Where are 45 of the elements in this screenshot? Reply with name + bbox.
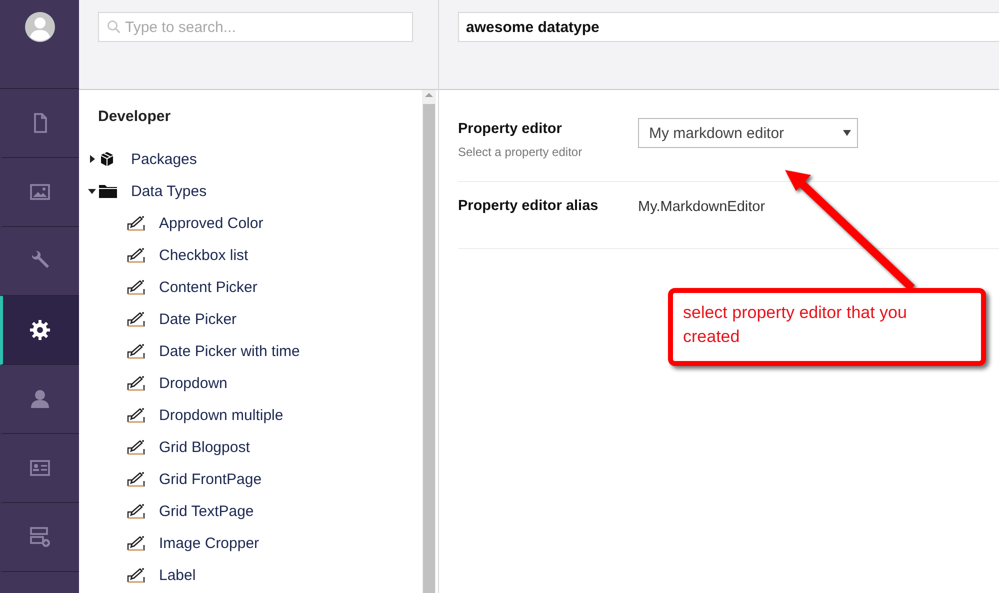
- caret-icon[interactable]: [87, 155, 97, 163]
- tree-item[interactable]: Dropdown: [159, 374, 228, 392]
- folder-icon: [99, 184, 117, 198]
- property-editor-dropdown[interactable]: My markdown editor: [638, 118, 858, 148]
- pencil-icon: [127, 503, 145, 519]
- name-field[interactable]: awesome datatype: [458, 12, 999, 42]
- scrollbar[interactable]: [422, 90, 436, 593]
- pencil-icon: [127, 439, 145, 455]
- tree-item[interactable]: Grid FrontPage: [159, 470, 262, 488]
- section-title: Developer: [98, 108, 171, 125]
- tree-item[interactable]: Image Cropper: [159, 534, 260, 552]
- pencil-icon: [127, 471, 145, 487]
- form-add-icon: [28, 525, 52, 549]
- tree-item[interactable]: Approved Color: [159, 214, 264, 232]
- tree-item[interactable]: Grid TextPage: [159, 502, 254, 520]
- pencil-icon: [127, 311, 145, 327]
- caret-icon[interactable]: [87, 187, 97, 195]
- tree-item[interactable]: Content Picker: [159, 278, 258, 296]
- property-value: My.MarkdownEditor: [638, 199, 766, 215]
- tree-item[interactable]: Date Picker with time: [159, 342, 300, 360]
- pencil-icon: [127, 215, 145, 231]
- box-icon: [99, 151, 115, 167]
- tree-item[interactable]: Label: [159, 566, 196, 584]
- pencil-icon: [127, 567, 145, 583]
- caret-icon: [843, 130, 851, 136]
- avatar-icon[interactable]: [24, 12, 54, 42]
- tree-item[interactable]: Checkbox list: [159, 246, 248, 264]
- search-field[interactable]: Type to search...: [98, 12, 413, 42]
- tree-item[interactable]: Data Types: [131, 182, 207, 200]
- tree-item[interactable]: Dropdown multiple: [159, 406, 284, 424]
- property-description: Select a property editor: [458, 145, 582, 159]
- pencil-icon: [127, 247, 145, 263]
- tree-item[interactable]: Date Picker: [159, 310, 237, 328]
- property-label: Property editor: [458, 121, 562, 137]
- pencil-icon: [127, 279, 145, 295]
- tree-item[interactable]: Packages: [131, 150, 197, 168]
- annotation-callout: select property editor that you created: [668, 288, 986, 366]
- pencil-icon: [127, 343, 145, 359]
- tree-item[interactable]: Grid Blogpost: [159, 438, 250, 456]
- property-label: Property editor alias: [458, 198, 598, 214]
- section-tab[interactable]: [0, 296, 79, 365]
- settings-icon: [28, 318, 52, 342]
- pencil-icon: [127, 535, 145, 551]
- pencil-icon: [127, 375, 145, 391]
- pencil-icon: [127, 407, 145, 423]
